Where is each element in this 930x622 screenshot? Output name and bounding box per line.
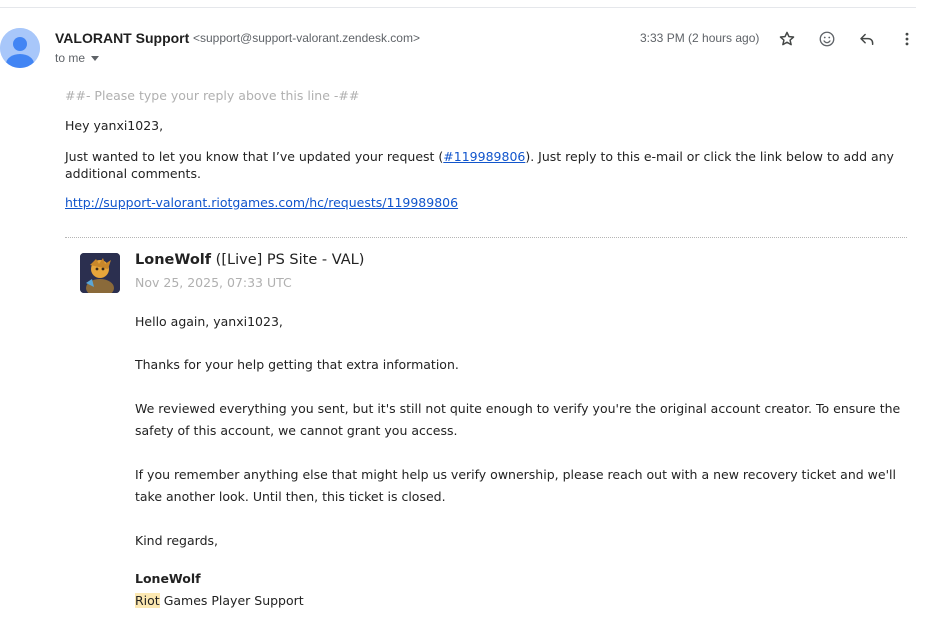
update-notice: Just wanted to let you know that I’ve up… <box>65 148 895 182</box>
message-paragraph: If you remember anything else that might… <box>135 467 896 504</box>
recipient-details-toggle[interactable]: to me <box>55 51 100 65</box>
message-paragraph: Thanks for your help getting that extra … <box>135 357 459 372</box>
agent-portrait-icon <box>80 253 120 293</box>
star-button[interactable] <box>774 26 800 52</box>
greeting: Hey yanxi1023, <box>65 118 164 133</box>
more-options-button[interactable] <box>894 26 920 52</box>
signature-team: Riot Games Player Support <box>135 593 304 608</box>
message-paragraph: We reviewed everything you sent, but it'… <box>135 401 901 438</box>
comment-divider <box>65 237 907 238</box>
agent-name: LoneWolf <box>135 252 212 268</box>
update-notice-text-start: Just wanted to let you know that I’ve up… <box>65 149 444 164</box>
reply-icon <box>860 33 874 45</box>
signature-name: LoneWolf <box>135 571 201 586</box>
comment-author: LoneWolf ([Live] PS Site - VAL) <box>135 252 364 268</box>
reply-button[interactable] <box>854 26 880 52</box>
sender-email: <support@support-valorant.zendesk.com> <box>193 31 420 45</box>
person-icon <box>0 28 40 68</box>
signature-team-text: Games Player Support <box>159 593 304 608</box>
more-vertical-icon <box>905 32 909 46</box>
reply-above-line-notice: ##- Please type your reply above this li… <box>65 88 360 103</box>
recipient-label: to me <box>55 51 86 65</box>
message-paragraph: Hello again, yanxi1023, <box>135 314 283 329</box>
chevron-down-icon <box>91 56 100 61</box>
sender-name[interactable]: VALORANT Support <box>55 30 189 46</box>
agent-role: ([Live] PS Site - VAL) <box>211 252 365 268</box>
message-paragraph: Kind regards, <box>135 533 218 548</box>
email-timestamp: 3:33 PM (2 hours ago) <box>640 31 760 45</box>
header-divider <box>0 7 916 8</box>
sender-avatar[interactable] <box>0 28 40 68</box>
request-url-link[interactable]: http://support-valorant.riotgames.com/hc… <box>65 195 458 210</box>
emoji-icon <box>819 31 835 47</box>
add-reaction-button[interactable] <box>814 26 840 52</box>
agent-avatar <box>80 253 120 293</box>
star-icon <box>779 31 795 46</box>
request-number-link[interactable]: #119989806 <box>443 149 525 164</box>
highlighted-word: Riot <box>135 593 160 608</box>
comment-date: Nov 25, 2025, 07:33 UTC <box>135 275 292 290</box>
